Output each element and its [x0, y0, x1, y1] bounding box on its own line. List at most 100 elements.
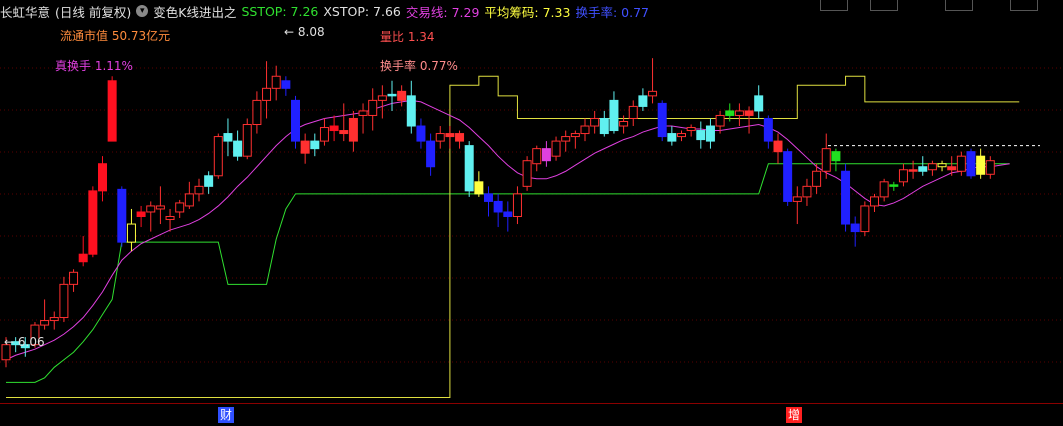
candle[interactable]: [541, 141, 551, 167]
candle[interactable]: [117, 186, 127, 247]
candle[interactable]: [223, 118, 233, 157]
candle[interactable]: [792, 186, 802, 225]
candle[interactable]: [291, 95, 300, 149]
candle[interactable]: [474, 171, 484, 197]
candle[interactable]: [329, 115, 339, 142]
candle[interactable]: [609, 91, 619, 134]
candle[interactable]: [136, 205, 146, 228]
candle[interactable]: [850, 216, 860, 247]
candle[interactable]: [484, 186, 493, 217]
candle[interactable]: [107, 76, 117, 142]
candle[interactable]: [841, 163, 851, 232]
candle[interactable]: [59, 276, 69, 323]
candle[interactable]: [242, 118, 252, 160]
candle[interactable]: [300, 133, 310, 164]
candle[interactable]: [126, 208, 136, 252]
candle[interactable]: [455, 130, 465, 149]
candle[interactable]: [879, 178, 889, 202]
candle[interactable]: [387, 80, 397, 111]
candle[interactable]: [271, 65, 281, 101]
candle[interactable]: [348, 110, 358, 152]
event-marker-1[interactable]: 财: [218, 407, 234, 423]
window-button-4[interactable]: [1010, 0, 1038, 11]
window-button-1[interactable]: [820, 0, 848, 11]
indicator-name[interactable]: 变色K线进出之: [153, 2, 236, 21]
candle[interactable]: [184, 181, 194, 209]
candle[interactable]: [397, 85, 407, 107]
window-button-3[interactable]: [945, 0, 973, 11]
candle[interactable]: [88, 186, 98, 258]
candle[interactable]: [204, 171, 214, 194]
candle[interactable]: [918, 156, 928, 176]
candle[interactable]: [677, 130, 686, 142]
candle[interactable]: [155, 186, 165, 225]
candle[interactable]: [522, 156, 532, 191]
candle[interactable]: [628, 100, 638, 127]
candle[interactable]: [976, 148, 986, 179]
candle[interactable]: [580, 118, 590, 142]
candle[interactable]: [194, 178, 204, 202]
candle[interactable]: [889, 181, 899, 191]
candle[interactable]: [69, 269, 79, 292]
candle[interactable]: [339, 103, 349, 142]
candle[interactable]: [898, 163, 908, 187]
candle[interactable]: [561, 130, 571, 152]
candle[interactable]: [98, 156, 107, 202]
candle[interactable]: [937, 160, 947, 172]
candle[interactable]: [213, 133, 223, 179]
candle[interactable]: [493, 193, 503, 228]
candle[interactable]: [754, 85, 764, 119]
candle[interactable]: [503, 201, 513, 232]
candle[interactable]: [358, 103, 368, 134]
candle[interactable]: [445, 126, 455, 149]
candle[interactable]: [705, 118, 715, 149]
candle[interactable]: [532, 145, 542, 172]
window-button-2[interactable]: [870, 0, 898, 11]
candle[interactable]: [310, 133, 320, 157]
candle[interactable]: [657, 100, 667, 142]
candle[interactable]: [831, 148, 841, 172]
candle[interactable]: [966, 148, 976, 179]
candle[interactable]: [648, 58, 658, 104]
candle[interactable]: [165, 208, 175, 232]
candle[interactable]: [319, 118, 329, 146]
candle[interactable]: [667, 126, 677, 146]
candle[interactable]: [551, 136, 561, 161]
candle[interactable]: [435, 126, 445, 149]
candle[interactable]: [406, 80, 416, 134]
candle[interactable]: [512, 186, 522, 225]
candle[interactable]: [744, 106, 754, 134]
candle[interactable]: [638, 88, 648, 111]
candle[interactable]: [49, 311, 59, 330]
candle[interactable]: [281, 76, 291, 96]
candle[interactable]: [783, 148, 793, 206]
candle[interactable]: [416, 118, 426, 149]
event-marker-2[interactable]: 增: [786, 407, 802, 423]
candle[interactable]: [599, 110, 609, 137]
candle[interactable]: [570, 130, 580, 149]
candle[interactable]: [252, 91, 262, 134]
candle[interactable]: [233, 130, 243, 161]
candle[interactable]: [590, 110, 600, 134]
candle[interactable]: [763, 115, 773, 149]
candle[interactable]: [464, 141, 474, 197]
candle[interactable]: [146, 201, 156, 232]
candle[interactable]: [870, 193, 879, 212]
candle[interactable]: [368, 88, 378, 131]
candle[interactable]: [696, 121, 706, 149]
candle[interactable]: [377, 85, 387, 119]
candle[interactable]: [734, 103, 744, 127]
candle[interactable]: [40, 299, 50, 330]
candle[interactable]: [985, 156, 995, 179]
candle[interactable]: [773, 133, 783, 164]
candle[interactable]: [262, 61, 272, 119]
candle[interactable]: [821, 133, 831, 179]
candle[interactable]: [802, 178, 812, 206]
candle[interactable]: [927, 160, 937, 176]
candle[interactable]: [686, 124, 696, 137]
candle[interactable]: [78, 236, 88, 267]
candle[interactable]: [426, 133, 436, 176]
dropdown-icon[interactable]: ▾: [136, 5, 149, 17]
candle[interactable]: [175, 199, 185, 219]
candle[interactable]: [947, 156, 957, 176]
